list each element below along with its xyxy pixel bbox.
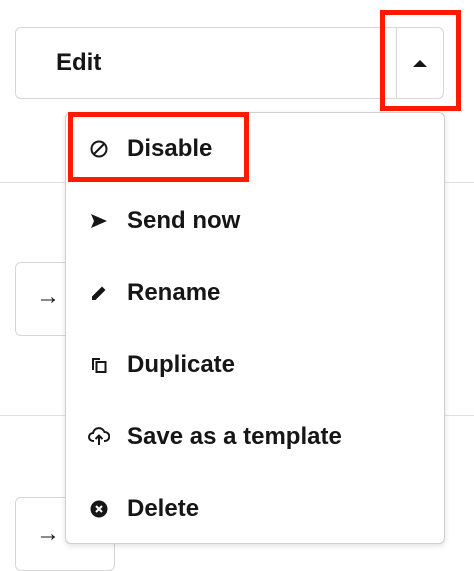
menu-toggle-button[interactable] [397, 28, 443, 98]
arrow-right-icon: → [36, 283, 60, 310]
disable-icon [88, 138, 110, 160]
menu-item-save-template[interactable]: Save as a template [66, 408, 444, 466]
cloud-upload-icon [88, 426, 110, 448]
menu-item-disable[interactable]: Disable [66, 120, 444, 178]
send-icon [88, 210, 110, 232]
menu-item-duplicate[interactable]: Duplicate [66, 336, 444, 394]
caret-up-icon [413, 59, 427, 67]
menu-item-rename[interactable]: Rename [66, 264, 444, 322]
duplicate-icon [88, 354, 110, 376]
delete-icon [88, 498, 110, 520]
menu-item-label: Delete [127, 495, 200, 522]
pencil-icon [88, 282, 110, 304]
menu-item-send-now[interactable]: Send now [66, 192, 444, 250]
edit-split-button: Edit [15, 27, 444, 99]
overflow-menu: Disable Send now Rename Duplicate Save a… [65, 112, 445, 544]
menu-item-label: Save as a template [127, 423, 342, 450]
menu-item-label: Send now [127, 207, 241, 234]
menu-item-label: Disable [127, 135, 213, 162]
arrow-right-icon: → [36, 520, 60, 547]
menu-item-delete[interactable]: Delete [66, 480, 444, 538]
edit-button[interactable]: Edit [16, 28, 396, 98]
edit-button-label: Edit [56, 49, 102, 76]
menu-item-label: Rename [127, 279, 221, 306]
menu-item-label: Duplicate [127, 351, 236, 378]
